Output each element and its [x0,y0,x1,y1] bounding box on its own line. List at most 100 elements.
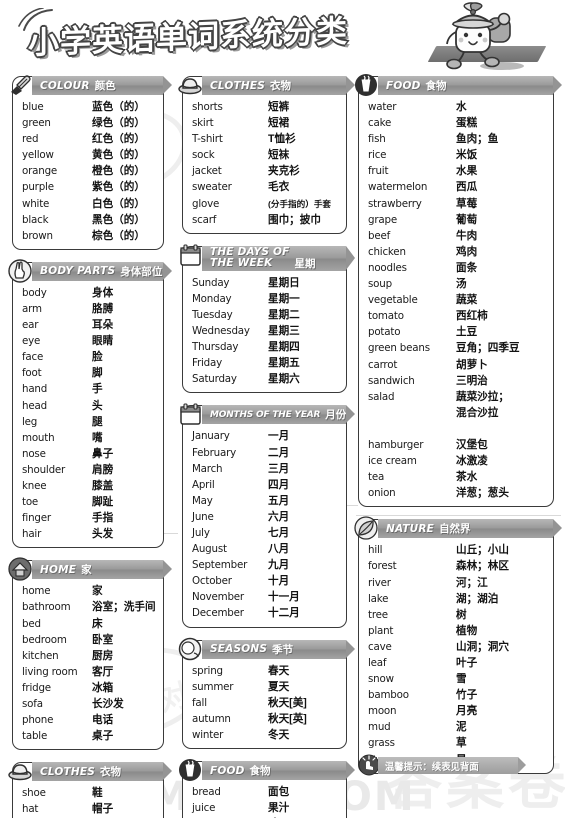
pointing-hand-icon [358,754,380,776]
category-title-cn: 颜色 [94,80,116,92]
column-right: FOOD 食物 water 水 cake 蛋糕 fish 鱼肉；鱼 rice 米饭 fruit 水果 w… [354,74,562,786]
word-chinese: 水 [456,101,467,113]
word-english: hat [22,803,39,816]
word-row: bed 床 [22,616,157,632]
word-english: hill [368,544,383,557]
word-english: carrot [368,358,398,371]
word-chinese: 胡萝卜 [456,358,488,371]
worksheet-page: 答案卷 @快对 快对 快对快对快对快对快对快对 小学英语单词系统分类 [0,0,565,818]
word-row: moon 月亮 [368,703,547,719]
word-english: moon [368,705,397,718]
hat-icon [8,759,33,784]
word-chinese: 混合沙拉 [456,406,499,419]
word-chinese: 红色（的） [92,133,145,146]
category-header-banner: MONTHS OF THE YEAR 月份 [202,405,356,425]
category-header-banner: BODY PARTS 身体部位 [32,261,172,281]
word-chinese: 十一月 [268,591,300,604]
category-card: FOOD食物bread面包juice果汁egg鸡蛋milk牛奶 [179,759,355,818]
word-row: white 白色（的） [22,196,157,212]
category-header-banner: CLOTHES 衣物 [32,762,172,782]
word-english: snow [368,673,394,686]
category-header: MONTHS OF THE YEAR 月份 [180,403,356,426]
category-header-banner: SEASONS 季节 [202,639,355,659]
word-chinese: 蛋糕 [456,117,478,130]
word-row: Sunday 星期日 [192,275,340,291]
word-row: snow 雪 [368,671,547,687]
word-chinese: 十月 [268,575,290,588]
word-chinese: 星期三 [268,325,300,338]
word-row: foot 脚 [22,365,157,381]
word-english: Monday [192,292,232,305]
word-chinese: 湖；湖泊 [456,592,499,605]
word-row: glove (分手指的）手套 [192,196,340,212]
word-english: finger [22,512,51,525]
word-english: nose [22,447,46,460]
word-english: shoe [22,787,46,800]
word-english: March [192,462,223,475]
word-row: toe 脚趾 [22,494,157,510]
word-list: spring 春天 summer 夏天 fall 秋天[美] autumn 秋天[英] wint… [183,662,346,743]
word-chinese: 黄色（的） [92,149,145,162]
motion-swoosh-icon [18,8,53,31]
footer-note-text: 温馨提示：续表见背面 [385,760,479,772]
word-row: grape 葡萄 [368,212,547,228]
word-row: kitchen 厨房 [22,648,157,664]
word-chinese: 九月 [268,559,290,572]
word-row: onion 洋葱；葱头 [368,485,547,501]
word-chinese: 桌子 [92,730,114,743]
word-english: December [192,607,244,620]
word-row: home 家 [22,583,157,599]
word-chinese: 鼻子 [92,447,114,460]
house-icon [8,557,33,582]
word-chinese: 头发 [92,528,114,541]
category-title-cn: 食物 [249,765,271,777]
category-header: HOME 家 [8,557,172,581]
word-english: green beans [368,342,430,355]
category-header: THE DAYS OF THE WEEK 星期 [180,244,355,271]
calendar-icon [178,402,203,427]
word-row: plant 植物 [368,623,547,639]
word-row: nose 鼻子 [22,446,157,462]
word-row: May 五月 [192,493,340,509]
word-row: bedroom 卧室 [22,632,157,648]
category-header: SEASONS 季节 [178,637,355,660]
category-title-cn: 星期 [294,257,316,270]
category-header: NATURE 自然界 [354,516,562,540]
word-row: January 一月 [192,428,340,444]
word-english: brown [22,229,53,242]
word-row: leaf 叶子 [368,655,547,671]
word-english: jacket [192,165,222,178]
word-row: April 四月 [192,477,340,493]
category-header-banner: FOOD 食物 [202,761,355,780]
word-english: blue [22,101,44,113]
category-title-cn: 家 [81,564,92,577]
word-row: cave 山洞；洞穴 [368,639,547,655]
word-english: orange [22,165,58,178]
word-english: leg [22,415,38,428]
word-english: onion [368,487,396,500]
page-header: 小学英语单词系统分类 [0,0,565,72]
word-chinese: 面包 [268,786,290,798]
word-chinese: 手 [92,383,103,396]
word-row: salad 蔬菜沙拉； [368,389,547,405]
word-english: Friday [192,357,223,370]
word-chinese: 腿 [92,415,103,428]
word-chinese: 星期一 [268,292,300,305]
word-chinese: 四月 [268,478,290,491]
word-chinese: 蓝色（的） [92,101,145,113]
word-english: eye [22,335,41,348]
word-english: fruit [368,165,389,178]
word-row: hair 头发 [22,526,157,542]
word-chinese: 面条 [456,261,478,274]
word-chinese: 膝盖 [92,479,114,492]
category-header-banner: NATURE 自然界 [378,519,562,539]
category-card: BODY PARTS 身体部位 body 身体 arm 胳膊 ear 耳朵 eye 眼睛 face 脸… [8,259,172,549]
word-chinese: 床 [92,617,103,630]
word-english: strawberry [368,197,422,210]
word-english: grape [368,213,397,226]
word-english: noodles [368,261,407,274]
category-header-banner: COLOUR 颜色 [32,76,172,95]
word-row: shorts 短裤 [192,99,340,115]
word-english: October [192,575,232,588]
word-row: August 八月 [192,541,340,557]
